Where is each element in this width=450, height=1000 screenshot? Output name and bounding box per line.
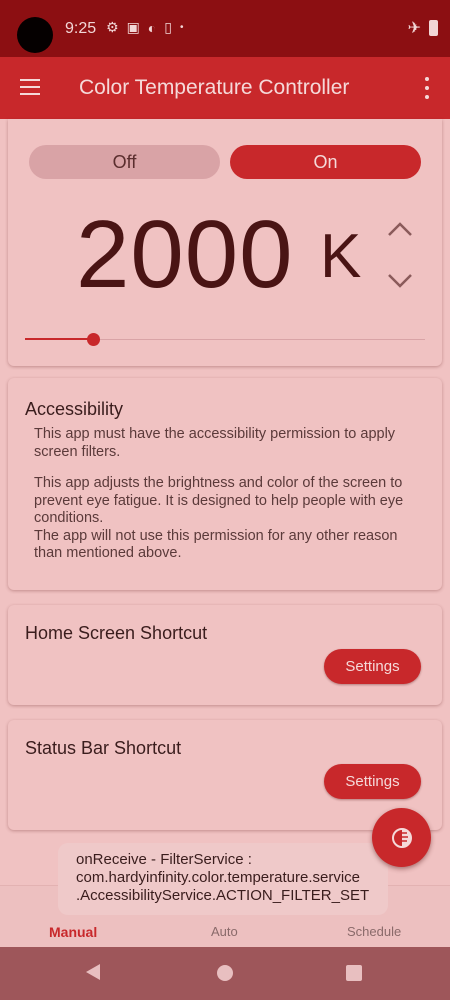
status-shortcut-card: Status Bar Shortcut Settings: [8, 720, 442, 830]
toast-message: onReceive - FilterService : com.hardyinf…: [76, 851, 386, 905]
accessibility-paragraph-1: This app must have the accessibility per…: [34, 426, 396, 460]
dot-icon: •: [179, 22, 184, 33]
home-icon[interactable]: [217, 965, 233, 981]
back-icon[interactable]: [86, 964, 100, 980]
battery-icon: [429, 20, 438, 36]
slider-thumb[interactable]: [87, 333, 100, 346]
temperature-slider[interactable]: [25, 333, 425, 346]
filter-fab[interactable]: [372, 808, 431, 867]
status-shortcut-settings-button[interactable]: Settings: [324, 764, 421, 799]
contrast-icon: [391, 827, 412, 848]
toast-line-3: .AccessibilityService.ACTION_FILTER_SET: [76, 887, 370, 904]
status-bar: 9:25 ⚙ ▣ ◐ ▯ • ✈: [0, 0, 450, 57]
contrast-icon: ◐: [147, 19, 157, 36]
on-button[interactable]: On: [230, 145, 421, 179]
temperature-value: 2000: [76, 201, 294, 308]
status-right-icons: ✈: [408, 18, 438, 38]
accessibility-title: Accessibility: [25, 399, 124, 419]
image-icon: ▣: [126, 19, 140, 35]
off-button[interactable]: Off: [29, 145, 220, 179]
menu-icon[interactable]: [20, 79, 40, 95]
toast-line-1: onReceive - FilterService :: [76, 851, 252, 868]
nav-auto[interactable]: Auto: [211, 924, 238, 939]
status-time: 9:25: [65, 20, 97, 37]
app-bar: Color Temperature Controller: [0, 57, 450, 119]
accessibility-paragraph-2: This app adjusts the brightness and colo…: [34, 475, 404, 526]
slider-fill: [25, 338, 93, 340]
camera-cutout: [17, 17, 53, 53]
home-shortcut-card: Home Screen Shortcut Settings: [8, 605, 442, 705]
accessibility-description: This app must have the accessibility per…: [34, 426, 424, 563]
toast-line-2: com.hardyinfinity.color.temperature.serv…: [76, 869, 361, 886]
nav-manual[interactable]: Manual: [49, 924, 97, 940]
recents-icon[interactable]: [346, 965, 362, 981]
status-icons: ⚙ ▣ ◐ ▯ •: [106, 19, 184, 36]
temperature-card: Off On 2000 K: [8, 119, 442, 366]
temperature-unit: K: [320, 222, 362, 291]
accessibility-card: Accessibility This app must have the acc…: [8, 378, 442, 590]
overflow-menu-icon[interactable]: [424, 77, 430, 99]
sim-icon: ▯: [164, 19, 172, 35]
home-shortcut-title: Home Screen Shortcut: [25, 623, 208, 643]
home-shortcut-settings-button[interactable]: Settings: [324, 649, 421, 684]
gear-icon: ⚙: [106, 19, 119, 35]
accessibility-paragraph-3: The app will not use this permission for…: [34, 527, 398, 562]
app-title: Color Temperature Controller: [79, 76, 350, 99]
chevron-up-icon[interactable]: [386, 220, 414, 238]
airplane-icon: ✈: [407, 20, 421, 37]
nav-schedule[interactable]: Schedule: [347, 924, 401, 939]
system-navigation-bar: [0, 947, 450, 1000]
status-shortcut-title: Status Bar Shortcut: [25, 738, 182, 758]
chevron-down-icon[interactable]: [386, 272, 414, 290]
